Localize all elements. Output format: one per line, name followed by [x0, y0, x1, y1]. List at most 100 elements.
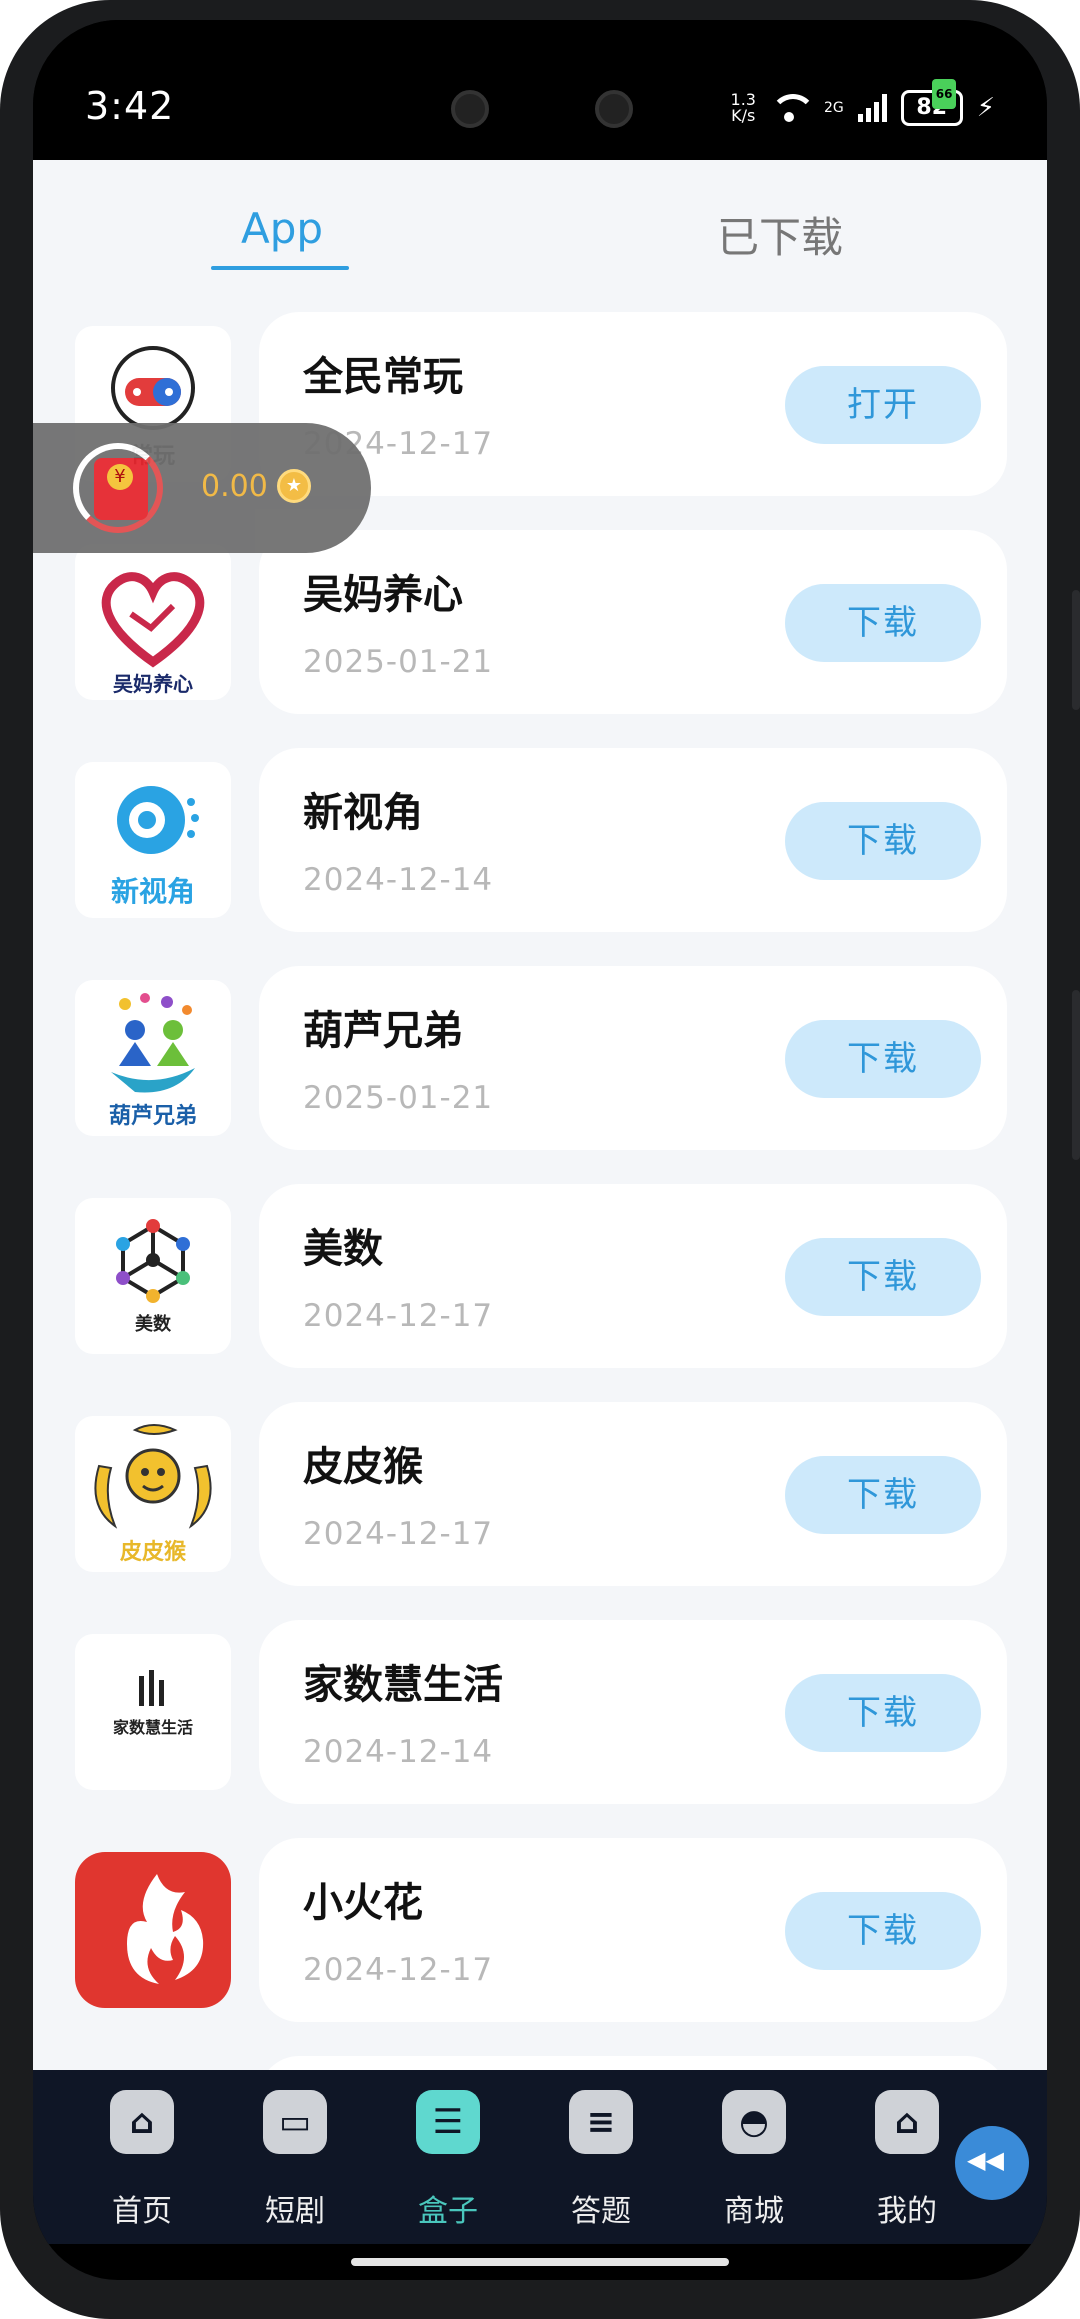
network-type: 2G [823, 100, 844, 116]
nav-item-home[interactable]: ⌂ 首页 [67, 2070, 217, 2244]
wifi-icon [769, 94, 816, 122]
nav-label: 首页 [112, 2194, 172, 2229]
app-row: 皮皮猴 皮皮猴 2024-12-17 下载 [33, 1402, 1047, 1620]
quiz-icon: ≡ [569, 2090, 633, 2154]
nav-label: 我的 [877, 2194, 937, 2229]
app-date: 2024-12-14 [303, 862, 494, 898]
download-button[interactable]: 下载 [785, 1238, 981, 1316]
status-bar: 3:42 1.3 K/s 2G 66 82 ⚡ [33, 20, 1047, 160]
app-row: 吴妈养心 吴妈养心 2025-01-21 下载 [33, 530, 1047, 748]
app-name: 吴妈养心 [303, 572, 463, 618]
assistant-float-icon[interactable] [955, 2126, 1029, 2200]
nav-item-quiz[interactable]: ≡ 答题 [526, 2070, 676, 2244]
app-icon-caption: 新视角 [110, 875, 195, 908]
app-date: 2024-12-17 [303, 1298, 494, 1334]
network-speed-unit: K/s [731, 106, 756, 125]
bars-icon[interactable]: 家数慧生活 [75, 1634, 231, 1790]
children-icon[interactable]: 葫芦兄弟 [75, 980, 231, 1136]
download-button[interactable]: 下载 [785, 1674, 981, 1752]
coin-icon: ★ [277, 469, 311, 503]
download-button[interactable]: 下载 [785, 1020, 981, 1098]
home-indicator[interactable] [351, 2258, 729, 2266]
download-button[interactable]: 下载 [785, 1892, 981, 1970]
battery-badge: 66 [931, 79, 957, 109]
app-date: 2024-12-17 [303, 1952, 494, 1988]
tab-active-indicator [211, 266, 349, 270]
home-icon: ⌂ [110, 2090, 174, 2154]
app-icon-caption: 美数 [135, 1314, 171, 1335]
tab-downloaded[interactable]: 已下载 [717, 204, 843, 265]
nav-label: 答题 [571, 2194, 631, 2229]
download-button[interactable]: 下载 [785, 802, 981, 880]
app-card[interactable]: 全民常玩 2024-12-17 打开 [259, 312, 1007, 496]
status-icons: 1.3 K/s 2G 66 82 ⚡ [731, 79, 995, 126]
clapperboard-icon: ▭ [263, 2090, 327, 2154]
tab-bar: App 已下载 [33, 160, 1047, 305]
nav-label: 盒子 [418, 2194, 478, 2229]
download-button[interactable]: 下载 [785, 1456, 981, 1534]
app-name: 葫芦兄弟 [303, 1008, 463, 1054]
phone-frame: 3:42 1.3 K/s 2G 66 82 ⚡ App 已下载 全民常玩 202… [0, 0, 1080, 2319]
front-sensor-icon [595, 90, 633, 128]
red-envelope-icon [94, 458, 148, 520]
nav-label: 短剧 [265, 2194, 325, 2229]
app-card[interactable]: 家数慧生活 2024-12-14 下载 [259, 1620, 1007, 1804]
app-row: 新视角 新视角 2024-12-14 下载 [33, 748, 1047, 966]
open-button[interactable]: 打开 [785, 366, 981, 444]
app-name: 皮皮猴 [303, 1444, 423, 1490]
app-card[interactable]: 皮皮猴 2024-12-17 下载 [259, 1402, 1007, 1586]
nav-label: 商城 [724, 2194, 784, 2229]
flame-icon[interactable] [75, 1852, 231, 2008]
app-name: 新视角 [303, 790, 423, 836]
app-row: 小火花 2024-12-17 下载 [33, 1838, 1047, 2056]
heart-hands-icon[interactable]: 吴妈养心 [75, 544, 231, 700]
app-row: 美数 美数 2024-12-17 下载 [33, 1184, 1047, 1402]
app-date: 2025-01-21 [303, 644, 494, 680]
app-card[interactable]: 葫芦兄弟 2025-01-21 下载 [259, 966, 1007, 1150]
charging-icon: ⚡ [976, 93, 995, 123]
nav-item-box[interactable]: ☰ 盒子 [373, 2070, 523, 2244]
battery-icon: 66 82 [900, 79, 963, 126]
nav-item-short-drama[interactable]: ▭ 短剧 [220, 2070, 370, 2244]
app-name: 家数慧生活 [303, 1662, 503, 1708]
floating-reward-widget[interactable]: 0.00 ★ [33, 423, 371, 553]
app-row: 葫芦兄弟 葫芦兄弟 2025-01-21 下载 [33, 966, 1047, 1184]
app-icon-caption: 家数慧生活 [112, 1718, 193, 1737]
network-speed: 1.3 K/s [731, 92, 756, 124]
screen: 3:42 1.3 K/s 2G 66 82 ⚡ App 已下载 全民常玩 202… [33, 20, 1047, 2280]
app-row: 家数慧生活 家数慧生活 2024-12-14 下载 [33, 1620, 1047, 1838]
app-card[interactable]: 新视角 2024-12-14 下载 [259, 748, 1007, 932]
bottom-nav: ⌂ 首页 ▭ 短剧 ☰ 盒子 ≡ 答题 ◓ 商城 ⌂ 我的 [33, 2070, 1047, 2244]
tab-app[interactable]: App [241, 204, 323, 253]
monkey-banana-icon[interactable]: 皮皮猴 [75, 1416, 231, 1572]
app-row-partial [33, 2056, 1047, 2070]
app-card[interactable]: 小火花 2024-12-17 下载 [259, 1838, 1007, 2022]
app-icon-caption: 皮皮猴 [119, 1540, 186, 1565]
app-icon-caption: 吴妈养心 [113, 672, 193, 696]
reward-amount: 0.00 [201, 469, 268, 504]
app-date: 2025-01-21 [303, 1080, 494, 1116]
power-button [1072, 990, 1080, 1160]
status-time: 3:42 [85, 84, 175, 128]
shopping-bag-icon: ◓ [722, 2090, 786, 2154]
front-camera-icon [451, 90, 489, 128]
profile-icon: ⌂ [875, 2090, 939, 2154]
box-icon: ☰ [416, 2090, 480, 2154]
app-date: 2024-12-17 [303, 1516, 494, 1552]
eye-icon[interactable]: 新视角 [75, 762, 231, 918]
download-button[interactable]: 下载 [785, 584, 981, 662]
app-name: 全民常玩 [303, 354, 463, 400]
nav-item-mall[interactable]: ◓ 商城 [679, 2070, 829, 2244]
volume-button [1072, 590, 1080, 710]
app-icon-caption: 葫芦兄弟 [108, 1104, 197, 1129]
signal-icon [857, 94, 887, 122]
app-card-partial [259, 2056, 1007, 2070]
app-name: 小火花 [303, 1880, 423, 1926]
app-list: 常玩 全民常玩 2024-12-17 打开 吴妈 [33, 312, 1047, 2070]
network-cube-icon[interactable]: 美数 [75, 1198, 231, 1354]
app-name: 美数 [303, 1226, 383, 1272]
app-date: 2024-12-14 [303, 1734, 494, 1770]
app-box-page: App 已下载 常玩 [33, 160, 1047, 2070]
app-card[interactable]: 美数 2024-12-17 下载 [259, 1184, 1007, 1368]
app-card[interactable]: 吴妈养心 2025-01-21 下载 [259, 530, 1007, 714]
